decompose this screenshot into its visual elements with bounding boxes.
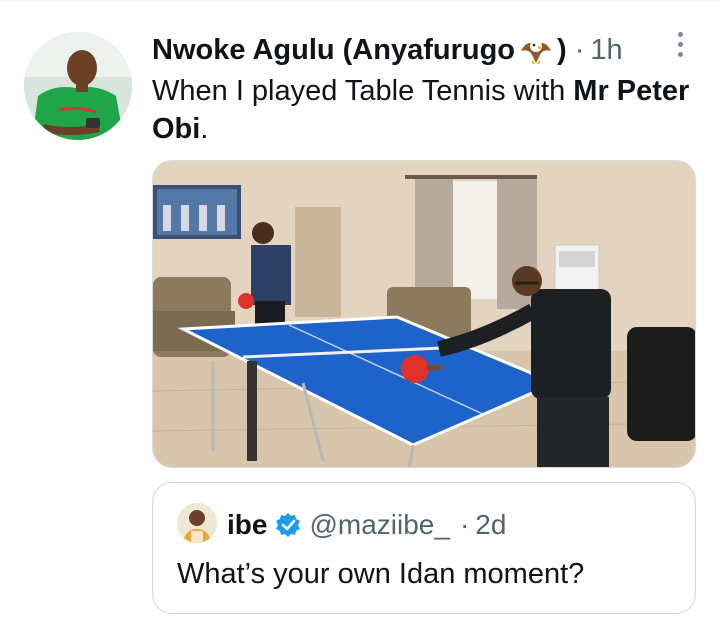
quoted-tweet[interactable]: ibe @maziibe_ · 2d What’s your own Idan … (152, 482, 696, 614)
tweet-text: When I played Table Tennis with Mr Peter… (152, 72, 692, 148)
more-options-icon[interactable] (672, 32, 688, 60)
header-separator: · (574, 33, 585, 66)
quote-handle[interactable]: @maziibe_ (309, 509, 449, 541)
quote-header: ibe @maziibe_ · 2d (227, 505, 506, 545)
author-name[interactable]: Nwoke Agulu (Anyafurugo (152, 34, 515, 67)
tweet-header: Nwoke Agulu (Anyafurugo ) · 1h (152, 30, 623, 70)
tweet-text-end: . (200, 113, 209, 145)
author-name-close: ) (557, 33, 567, 66)
quote-time[interactable]: 2d (475, 509, 506, 541)
verified-badge-icon (275, 512, 301, 538)
author-avatar[interactable] (24, 32, 132, 140)
quote-author-name[interactable]: ibe (227, 509, 267, 541)
tweet-text-plain: When I played Table Tennis with (152, 75, 574, 107)
top-divider (0, 0, 720, 1)
tweet-photo[interactable] (152, 160, 696, 468)
quote-text: What’s your own Idan moment? (177, 558, 585, 590)
eagle-emoji-icon (519, 35, 553, 65)
quote-separator: · (459, 509, 470, 540)
quote-author-avatar[interactable] (177, 503, 217, 543)
tweet-time[interactable]: 1h (590, 34, 622, 67)
